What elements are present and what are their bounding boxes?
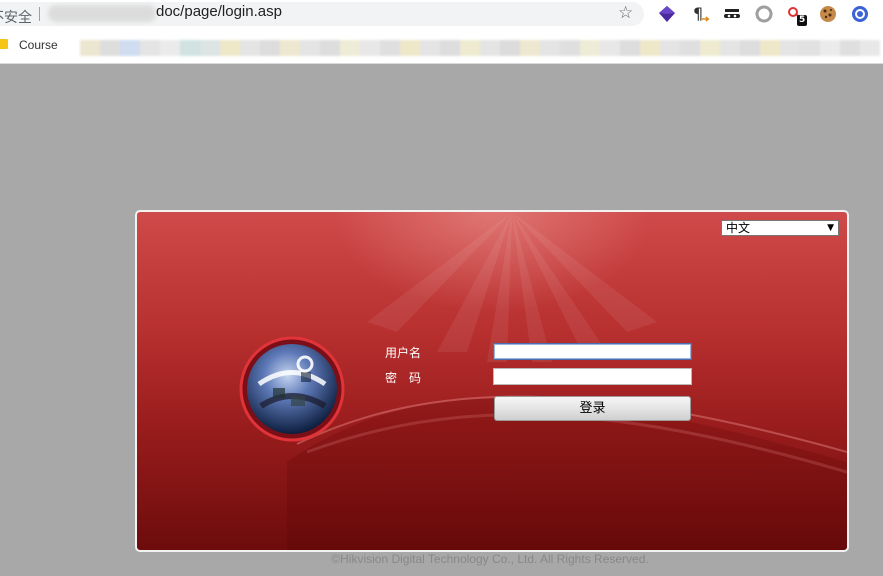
login-button[interactable]: 登录 — [494, 396, 691, 421]
url-host-redacted — [48, 5, 156, 22]
incognito-extension-icon[interactable] — [722, 4, 742, 24]
bookmarks-redacted — [80, 40, 880, 56]
extension-badge: 5 — [797, 15, 808, 26]
url-text[interactable]: doc/page/login.asp — [156, 3, 282, 20]
profile-extension-icon[interactable] — [850, 4, 870, 24]
browser-toolbar: 不安全 doc/page/login.asp ☆ ¶ 5 Course — [0, 0, 883, 64]
address-separator — [39, 7, 40, 21]
folder-icon — [0, 39, 8, 49]
language-selected: 中文 — [726, 221, 751, 235]
star-icon[interactable]: ☆ — [618, 3, 633, 23]
circle-extension-icon[interactable] — [754, 4, 774, 24]
password-input[interactable] — [493, 368, 692, 385]
username-label: 用户名 — [385, 346, 422, 360]
login-panel: 中文 ▼ 用户名 密 码 登录 — [135, 210, 849, 552]
cookie-extension-icon[interactable] — [818, 4, 838, 24]
svg-text:¶: ¶ — [693, 4, 703, 23]
bookmark-course[interactable]: Course — [19, 38, 58, 52]
language-select[interactable]: 中文 ▼ — [721, 220, 839, 236]
pilcrow-extension-icon[interactable]: ¶ — [690, 4, 710, 24]
copyright-text: ©Hikvision Digital Technology Co., Ltd. … — [331, 552, 649, 566]
chevron-down-icon: ▼ — [827, 223, 834, 233]
security-label[interactable]: 不安全 — [0, 7, 32, 27]
password-label: 密 码 — [385, 371, 422, 385]
hikvision-globe-logo — [239, 336, 345, 442]
username-input[interactable] — [493, 343, 692, 360]
purple-gem-extension-icon[interactable] — [657, 4, 677, 24]
